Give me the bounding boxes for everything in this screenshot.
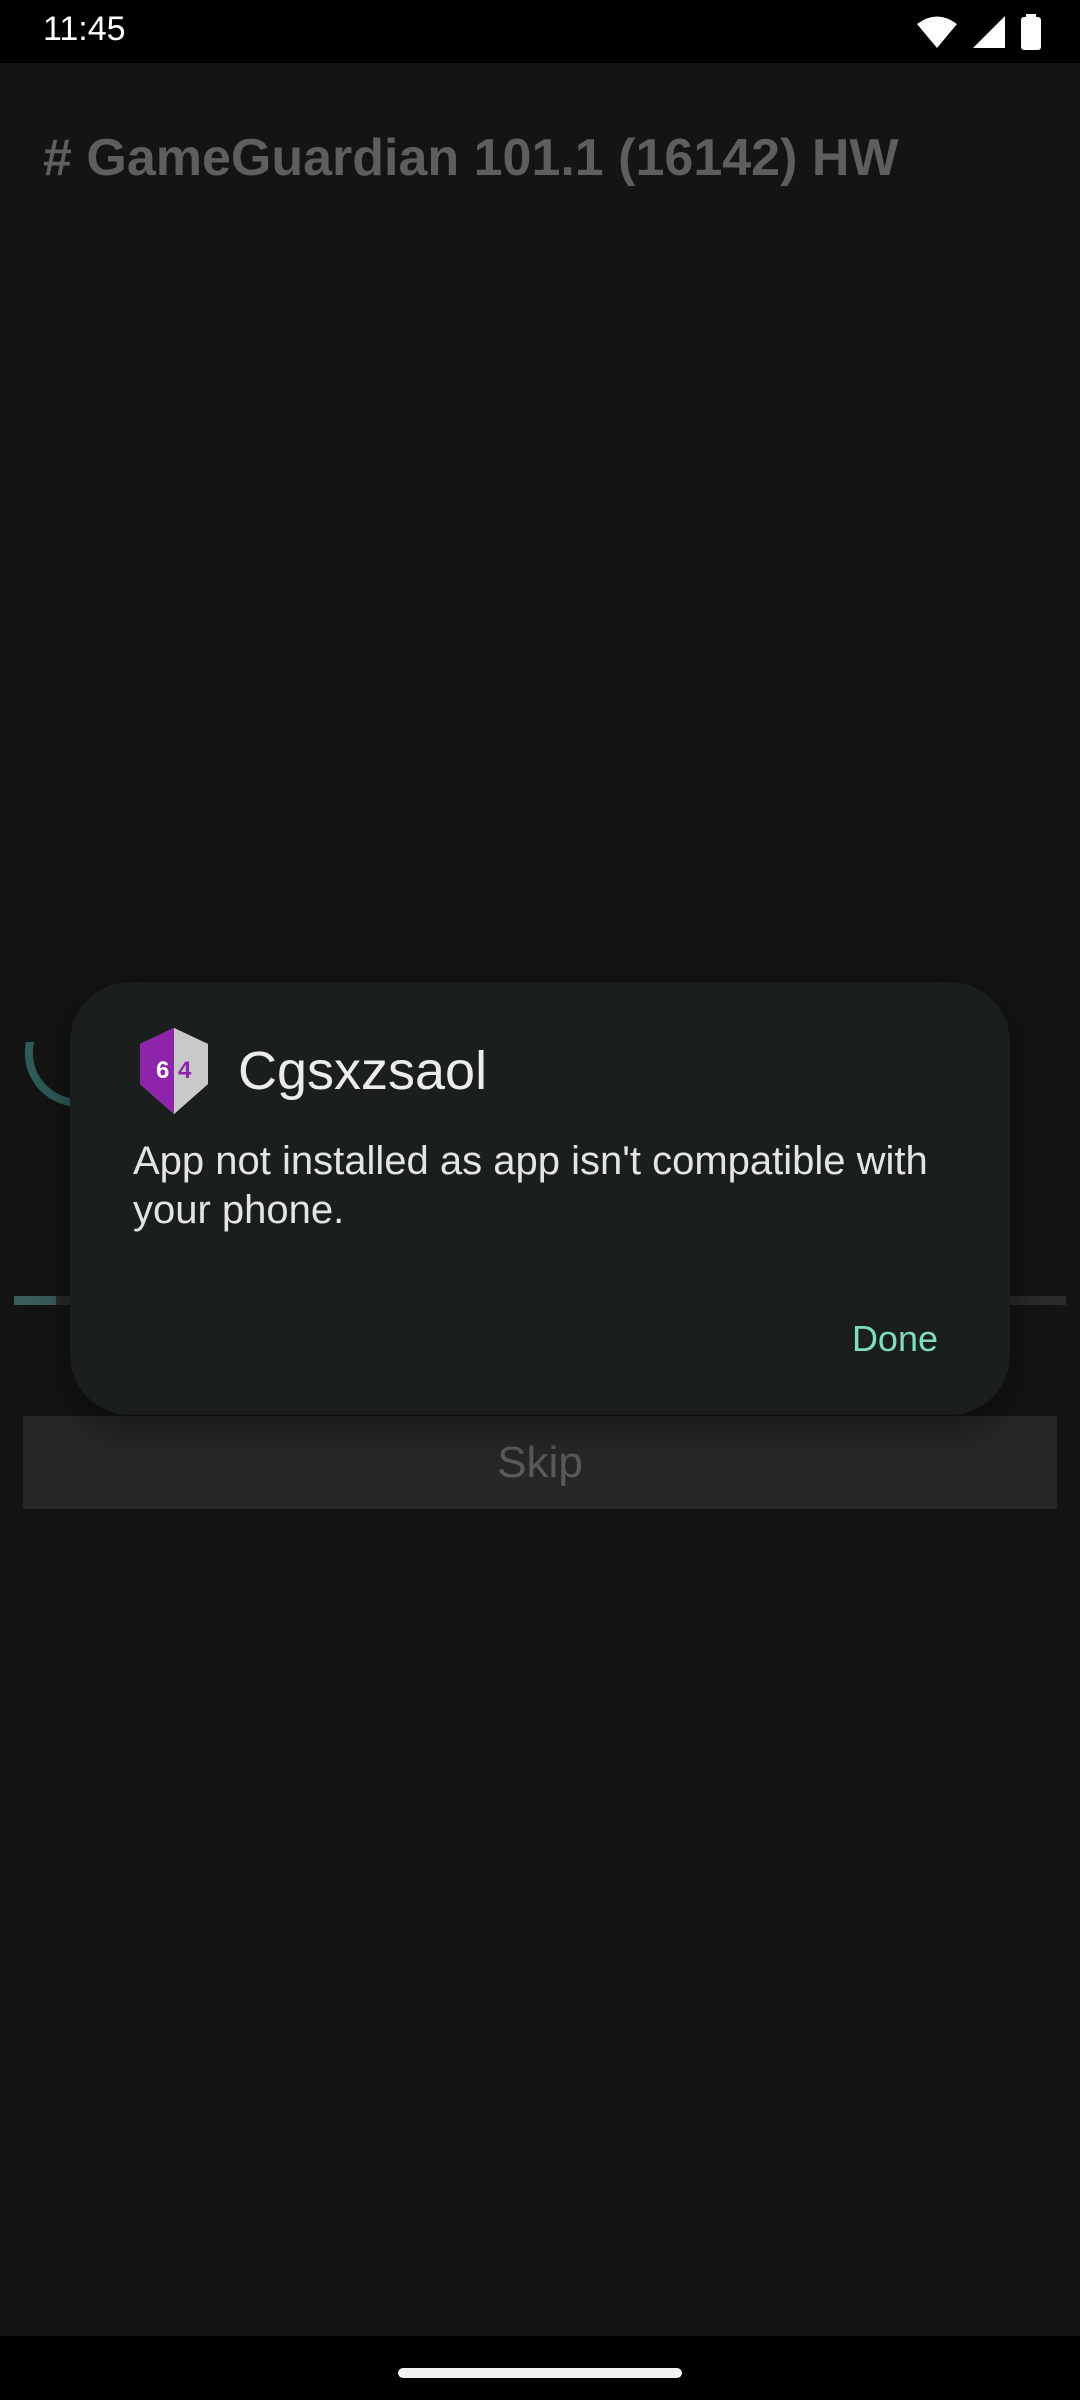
status-bar: 11:45: [0, 0, 1080, 63]
wifi-icon: [917, 16, 957, 48]
svg-text:4: 4: [178, 1057, 192, 1084]
done-button[interactable]: Done: [852, 1312, 938, 1366]
home-gesture-handle[interactable]: [398, 2368, 682, 2378]
status-icons: [916, 12, 1042, 52]
status-time: 11:45: [43, 10, 126, 48]
app-title: # GameGuardian 101.1 (16142) HW: [43, 129, 899, 187]
battery-icon: [1021, 14, 1041, 50]
dialog-message: App not installed as app isn't compatibl…: [133, 1139, 928, 1232]
progress-bar-fill: [14, 1296, 57, 1305]
svg-text:6: 6: [156, 1057, 169, 1084]
dialog-title: Cgsxzsaol: [238, 1041, 488, 1101]
cellular-signal-icon: [973, 16, 1005, 48]
navigation-bar: [0, 2336, 1080, 2400]
skip-button[interactable]: Skip: [23, 1416, 1057, 1509]
gameguardian-app-icon: 6 4: [140, 1028, 208, 1114]
install-result-dialog: 6 4 Cgsxzsaol App not installed as app i…: [70, 982, 1010, 1415]
